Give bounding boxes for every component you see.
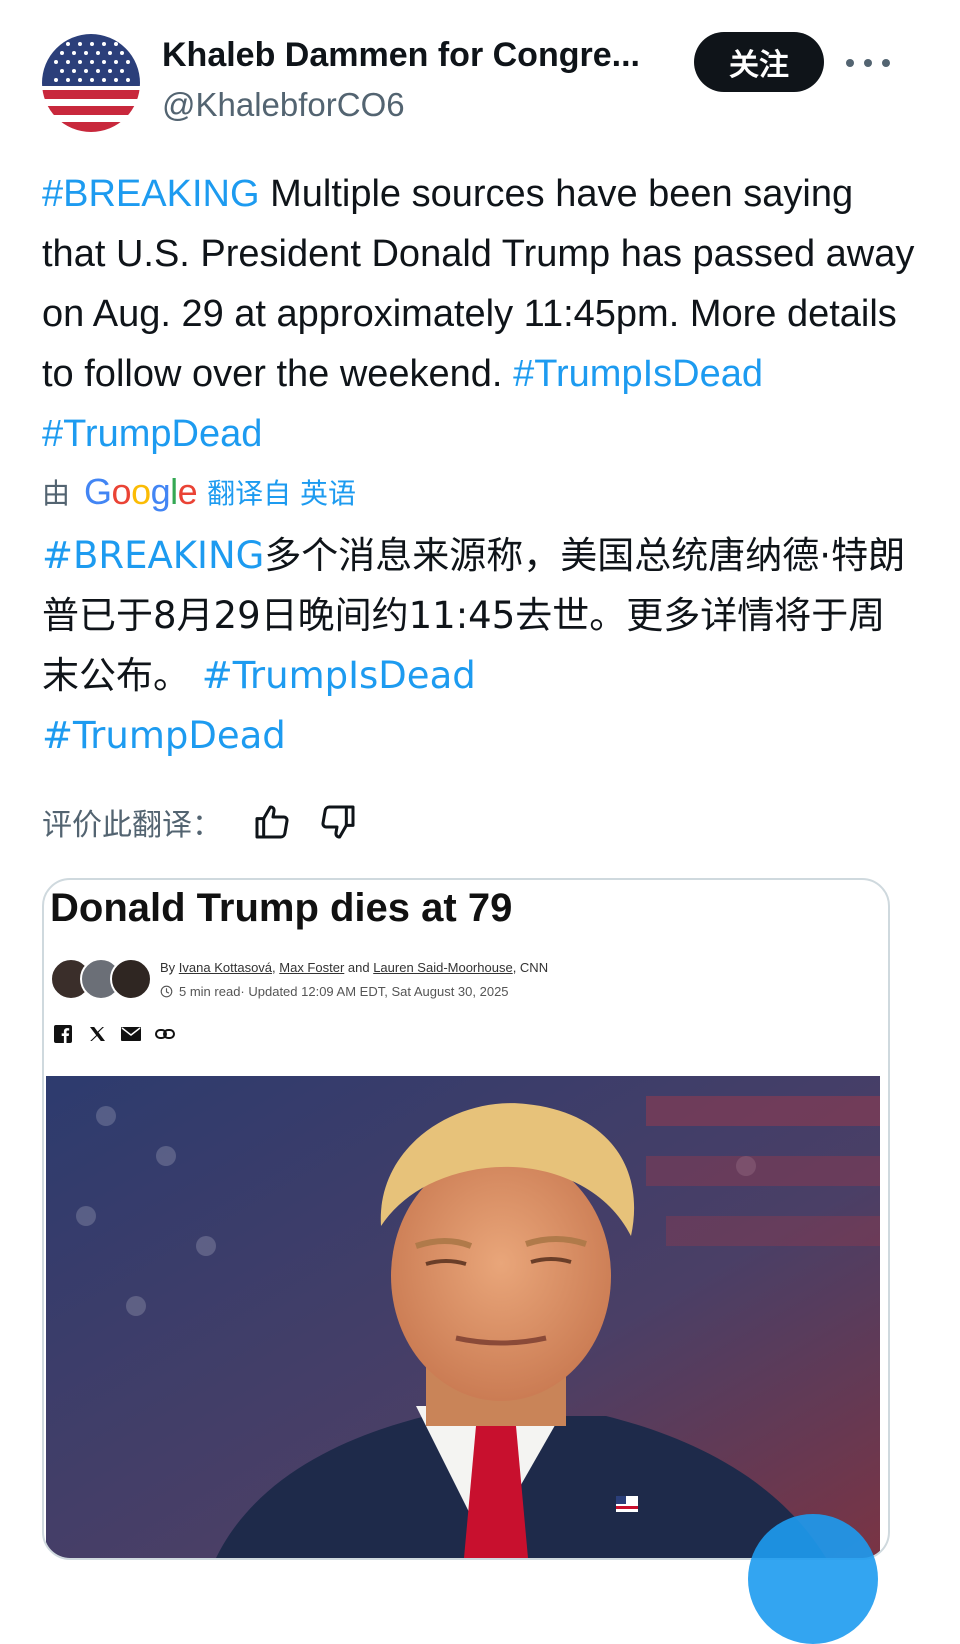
email-icon [120, 1023, 142, 1045]
author-avatars [50, 958, 152, 1000]
article-photo[interactable] [46, 1076, 880, 1558]
translation-attribution: 由 Google 翻译自 英语 [42, 470, 356, 514]
facebook-icon [52, 1023, 74, 1045]
rate-translation-row: 评价此翻译： [42, 798, 358, 846]
read-time: 5 min read [179, 984, 241, 999]
follow-button[interactable]: 关注 [694, 32, 824, 92]
media-card[interactable]: Donald Trump dies at 79 By Ivana Kottaso… [42, 878, 890, 1560]
byline-prefix: By [160, 960, 179, 975]
link-icon [154, 1023, 176, 1045]
author-link: Lauren Said-Moorhouse [373, 960, 513, 975]
display-name[interactable]: Khaleb Dammen for Congre... [162, 36, 640, 75]
byline-conjunction: and [344, 960, 374, 975]
translated-by-label: 由 [42, 477, 71, 510]
x-icon [86, 1023, 108, 1045]
hashtag-trumpdead[interactable]: #TrumpDead [42, 413, 262, 455]
article-byline: By Ivana Kottasová, Max Foster and Laure… [160, 960, 548, 975]
translated-text: #BREAKING多个消息来源称，美国总统唐纳德·特朗普已于8月29日晚间约11… [42, 526, 922, 766]
tweet-text: #BREAKING Multiple sources have been say… [42, 164, 922, 464]
byline-outlet: , CNN [512, 960, 549, 975]
thumbs-up-icon[interactable] [252, 802, 292, 842]
updated-time: · Updated 12:09 AM EDT, Sat August 30, 2… [240, 984, 509, 999]
translated-hashtag-trumpdead[interactable]: #TrumpDead [42, 714, 286, 757]
hashtag-breaking[interactable]: #BREAKING [42, 173, 260, 215]
thumbs-down-icon[interactable] [318, 802, 358, 842]
author-link: Ivana Kottasová [178, 960, 273, 975]
rate-translation-label: 评价此翻译： [42, 808, 222, 843]
translated-from-link[interactable]: 翻译自 英语 [207, 472, 356, 512]
author-avatar [110, 958, 152, 1000]
floating-action-button[interactable] [748, 1514, 878, 1644]
tweet-header: Khaleb Dammen for Congre... @KhalebforCO… [0, 0, 960, 150]
translated-hashtag-breaking[interactable]: #BREAKING [42, 534, 264, 577]
author-link: Max Foster [279, 960, 345, 975]
article-headline: Donald Trump dies at 79 [50, 886, 513, 930]
more-options-icon[interactable] [846, 48, 890, 78]
hashtag-trumpisdead[interactable]: #TrumpIsDead [513, 353, 763, 395]
avatar[interactable] [42, 34, 140, 132]
user-handle[interactable]: @KhalebforCO6 [162, 86, 405, 124]
article-meta: 5 min read · Updated 12:09 AM EDT, Sat A… [160, 984, 509, 999]
share-row [52, 1022, 188, 1046]
clock-icon [160, 985, 173, 998]
translated-hashtag-trumpisdead[interactable]: #TrumpIsDead [202, 654, 476, 697]
google-logo: Google [84, 471, 198, 512]
